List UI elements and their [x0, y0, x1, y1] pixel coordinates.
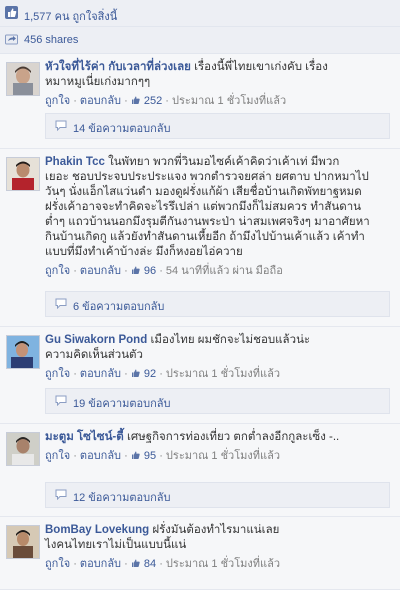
comment-item: BomBay Lovekung ฝรั่งมันต้องทำไรมาแน่เลย…	[0, 517, 400, 590]
comment-text-line: ฝรั่งเค้าอาจจะทำคิดจะไรรึเปล่า แต่พวกมึง…	[45, 201, 362, 213]
small-thumb-icon	[131, 96, 140, 104]
reply-link[interactable]: ตอบกลับ	[80, 265, 121, 277]
reply-link[interactable]: ตอบกลับ	[80, 95, 121, 107]
comment-item: Gu Siwakorn Pond เมืองไทย ผมชักจะไม่ชอบแ…	[0, 327, 400, 424]
comment-text-line: กินบ้านเกิดกู แล้วยังทำสันดานเหี้ยอีก ถ้…	[45, 231, 365, 243]
like-thumb-icon	[5, 6, 18, 19]
comment-meta: ถูกใจ · ตอบกลับ · 95 · ประมาณ 1 ชั่วโมงท…	[45, 450, 281, 462]
comment-text-line: เศษฐกิจการท่องเที่ยว ตกต่ำลงอีกกูละเซ็ง …	[126, 431, 340, 443]
avatar[interactable]	[6, 432, 40, 466]
likes-count-text[interactable]: 1,577 คน ถูกใจสิ่งนี้	[24, 7, 117, 25]
avatar[interactable]	[6, 335, 40, 369]
like-count[interactable]: 96	[144, 265, 156, 277]
comment-meta: ถูกใจ · ตอบกลับ · 252 · ประมาณ 1 ชั่วโมง…	[45, 95, 287, 107]
view-replies-button[interactable]: 14 ข้อความตอบกลับ	[45, 113, 390, 139]
avatar[interactable]	[6, 62, 40, 96]
like-link[interactable]: ถูกใจ	[45, 558, 70, 570]
reply-bubble-icon	[55, 489, 67, 500]
comment-author-name[interactable]: หัวใจที่ไร้ค่า กับเวลาที่ล่วงเลย	[45, 61, 191, 73]
comment-body: Gu Siwakorn Pond เมืองไทย ผมชักจะไม่ชอบแ…	[45, 333, 392, 382]
like-link[interactable]: ถูกใจ	[45, 265, 70, 277]
like-count[interactable]: 252	[144, 95, 162, 107]
comment-author-name[interactable]: Gu Siwakorn Pond	[45, 334, 147, 346]
reply-bubble-icon	[55, 298, 67, 309]
shares-summary-bar: 456 shares	[0, 27, 400, 54]
comment-author-name[interactable]: BomBay Lovekung	[45, 524, 149, 536]
comment-text-line: ฝรั่งมันต้องทำไรมาแน่เลย	[152, 524, 280, 536]
replies-count-label[interactable]: 6 ข้อความตอบกลับ	[73, 297, 164, 315]
reply-bubble-icon	[55, 120, 67, 131]
small-thumb-icon	[131, 369, 140, 377]
like-count[interactable]: 84	[144, 558, 156, 570]
comment-meta: ถูกใจ · ตอบกลับ · 84 · ประมาณ 1 ชั่วโมงท…	[45, 558, 281, 570]
reply-link[interactable]: ตอบกลับ	[80, 368, 121, 380]
comment-text-line: ในพัทยา พวกพี่วินมอไซค์เค้าคิดว่าเค้าเท่…	[108, 156, 340, 168]
reply-link[interactable]: ตอบกลับ	[80, 558, 121, 570]
comment-text-line: ความคิดเห็นส่วนตัว	[45, 349, 143, 361]
comment-meta: ถูกใจ · ตอบกลับ · 92 · ประมาณ 1 ชั่วโมงท…	[45, 368, 281, 380]
comment-timestamp[interactable]: ประมาณ 1 ชั่วโมงที่แล้ว	[172, 95, 286, 107]
comment-body: มะตูม โซไซน์-ตี้ เศษฐกิจการท่องเที่ยว ตก…	[45, 430, 392, 464]
comment-text-line: แบบที่มึงทำเค้าบ้างล่ะ มึงก็หงอยไอ่ควาย	[45, 246, 243, 258]
comment-body: BomBay Lovekung ฝรั่งมันต้องทำไรมาแน่เลย…	[45, 523, 392, 572]
comment-text-line: ไงคนไทยเราไม่เป็นแบบนี้แน่	[45, 539, 187, 551]
avatar-image	[7, 433, 39, 465]
avatar[interactable]	[6, 525, 40, 559]
small-thumb-icon	[131, 266, 140, 274]
like-link[interactable]: ถูกใจ	[45, 368, 70, 380]
comment-meta: ถูกใจ · ตอบกลับ · 96 · 54 นาทีที่แล้ว ผ่…	[45, 265, 283, 277]
comment-item: หัวใจที่ไร้ค่า กับเวลาที่ล่วงเลย เรื่องน…	[0, 54, 400, 149]
facebook-comments-panel: 1,577 คน ถูกใจสิ่งนี้ 456 shares หัวใจที…	[0, 0, 400, 590]
comment-body: Phakin Tcc ในพัทยา พวกพี่วินมอไซค์เค้าคิ…	[45, 155, 392, 279]
comment-body: หัวใจที่ไร้ค่า กับเวลาที่ล่วงเลย เรื่องน…	[45, 60, 392, 109]
comment-timestamp[interactable]: ประมาณ 1 ชั่วโมงที่แล้ว	[166, 558, 280, 570]
shares-count-text[interactable]: 456 shares	[24, 34, 78, 46]
comment-author-name[interactable]: Phakin Tcc	[45, 156, 105, 168]
like-link[interactable]: ถูกใจ	[45, 95, 70, 107]
comment-text-line: ต่ำๆ แถวบ้านนอกมึงรุมตีกันงานพระป่า น่าส…	[45, 216, 370, 228]
comment-text-line: หมาหมูเนี่ยเก่งมากๆๆ	[45, 76, 151, 88]
avatar-image	[7, 526, 39, 558]
reply-link[interactable]: ตอบกลับ	[80, 450, 121, 462]
comment-timestamp[interactable]: 54 นาทีที่แล้ว ผ่าน มือถือ	[166, 265, 283, 277]
comment-text-line: เมืองไทย ผมชักจะไม่ชอบแล้วน่ะ	[150, 334, 311, 346]
avatar-image	[7, 158, 39, 190]
view-replies-button[interactable]: 6 ข้อความตอบกลับ	[45, 291, 390, 317]
comment-text-line: เยอะ ชอบประจบประประแจง พวกตำรวจยศล่า ยศต…	[45, 171, 369, 183]
small-thumb-icon	[131, 451, 140, 459]
comment-text-line: วันๆ นั่งแอ็กไสแว่นดำ มองดูฝรั่งแก้ผ้า เ…	[45, 186, 362, 198]
comment-timestamp[interactable]: ประมาณ 1 ชั่วโมงที่แล้ว	[166, 450, 280, 462]
likes-summary-bar: 1,577 คน ถูกใจสิ่งนี้	[0, 0, 400, 27]
share-icon	[5, 34, 18, 45]
comment-timestamp[interactable]: ประมาณ 1 ชั่วโมงที่แล้ว	[166, 368, 280, 380]
like-count[interactable]: 95	[144, 450, 156, 462]
reply-bubble-icon	[55, 395, 67, 406]
comment-text-line: เรื่องนี้พี่ไทยเขาเก่งคับ เรื่อง	[194, 61, 328, 73]
comment-item: Phakin Tcc ในพัทยา พวกพี่วินมอไซค์เค้าคิ…	[0, 149, 400, 327]
replies-count-label[interactable]: 19 ข้อความตอบกลับ	[73, 394, 171, 412]
replies-count-label[interactable]: 14 ข้อความตอบกลับ	[73, 119, 171, 137]
comment-item: มะตูม โซไซน์-ตี้ เศษฐกิจการท่องเที่ยว ตก…	[0, 424, 400, 517]
avatar-image	[7, 63, 39, 95]
like-count[interactable]: 92	[144, 368, 156, 380]
view-replies-button[interactable]: 12 ข้อความตอบกลับ	[45, 482, 390, 508]
like-link[interactable]: ถูกใจ	[45, 450, 70, 462]
view-replies-button[interactable]: 19 ข้อความตอบกลับ	[45, 388, 390, 414]
small-thumb-icon	[131, 559, 140, 567]
avatar-image	[7, 336, 39, 368]
replies-count-label[interactable]: 12 ข้อความตอบกลับ	[73, 488, 171, 506]
comment-author-name[interactable]: มะตูม โซไซน์-ตี้	[45, 431, 124, 443]
avatar[interactable]	[6, 157, 40, 191]
